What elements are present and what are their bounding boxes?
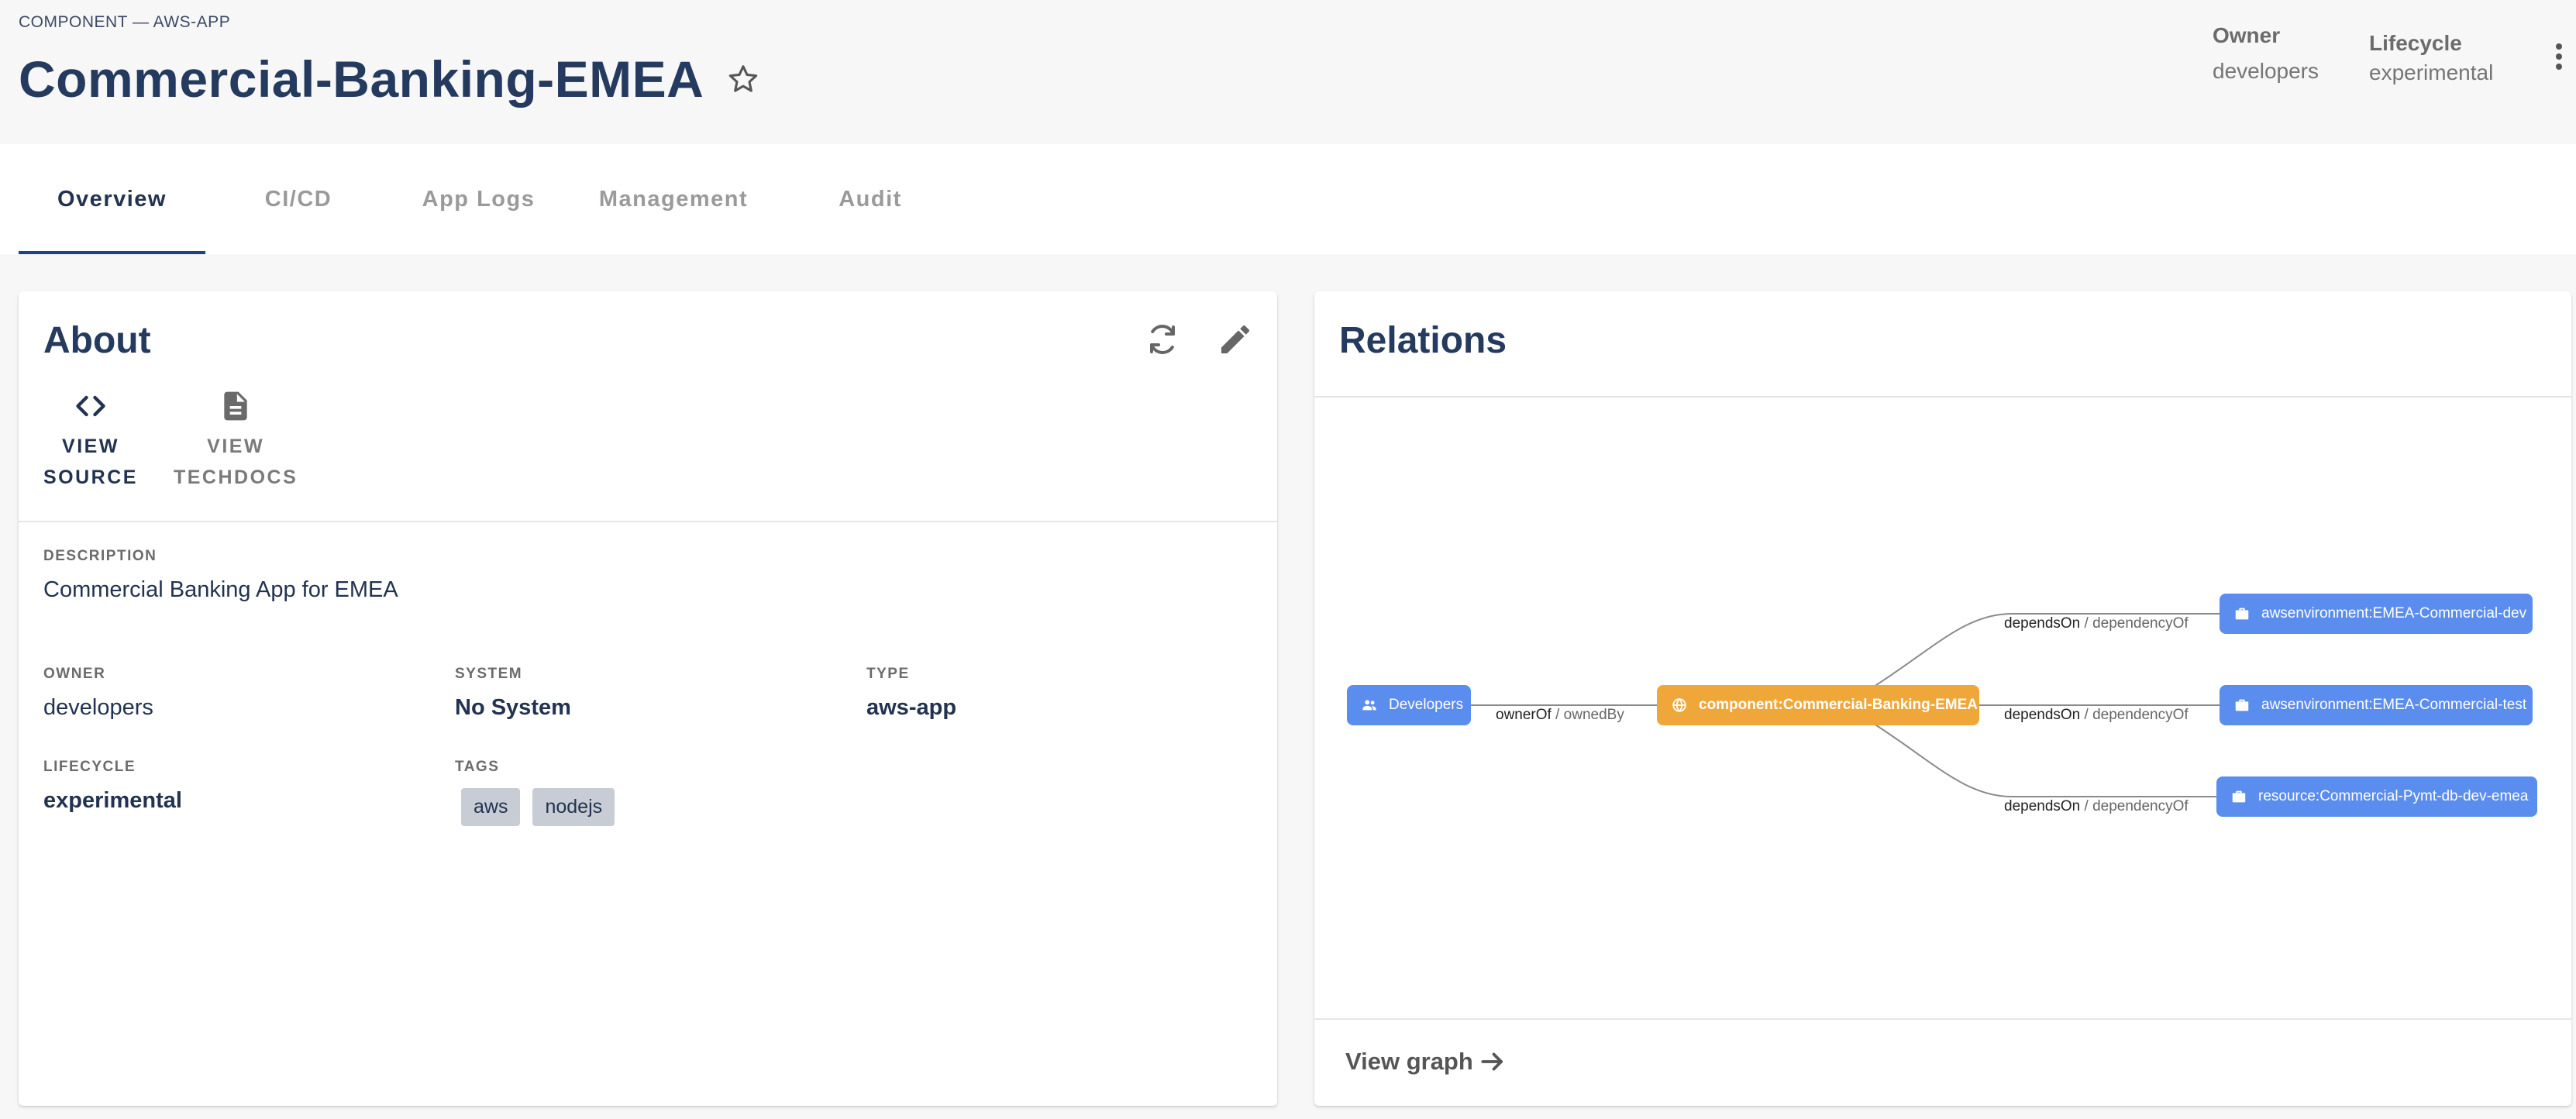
edge-label-dep-db: dependsOn / dependencyOf <box>2004 798 2189 815</box>
globe-icon <box>1672 697 1686 713</box>
document-icon <box>224 391 247 421</box>
edge-inv: dependencyOf <box>2092 798 2189 814</box>
tags-list: aws nodejs <box>455 788 615 826</box>
view-techdocs-link[interactable]: VIEW TECHDOCS <box>174 389 298 493</box>
view-source-label-2: SOURCE <box>43 467 138 488</box>
view-source-link[interactable]: VIEW SOURCE <box>43 389 138 493</box>
group-icon <box>1362 700 1376 711</box>
system-value: No System <box>455 695 571 720</box>
refresh-icon[interactable] <box>1144 321 1181 358</box>
edge-sep: / <box>2084 798 2089 814</box>
about-title: About <box>43 320 151 361</box>
tab-overview[interactable]: Overview <box>19 144 205 254</box>
owner-label: OWNER <box>43 666 106 682</box>
tab-management[interactable]: Management <box>566 144 781 254</box>
about-links: VIEW SOURCE VIEW TECHDOCS <box>43 389 298 493</box>
tab-app-logs[interactable]: App Logs <box>391 144 566 254</box>
page-title: Commercial-Banking-EMEA <box>19 50 704 108</box>
header-lifecycle-label: Lifecycle <box>2369 31 2462 55</box>
lifecycle-value: experimental <box>43 788 182 813</box>
node-env-dev[interactable]: awsenvironment:EMEA-Commercial-dev <box>2220 594 2533 634</box>
owner-field: OWNER developers <box>43 666 153 721</box>
node-env-dev-label: awsenvironment:EMEA-Commercial-dev <box>2261 605 2527 621</box>
edge-inv: dependencyOf <box>2092 707 2189 723</box>
node-resource-db-label: resource:Commercial-Pymt-db-dev-emea <box>2258 788 2529 804</box>
code-icon <box>76 395 105 417</box>
node-developers[interactable]: Developers <box>1347 685 1471 725</box>
relations-card: Relations Developers component:Commercia… <box>1314 291 2571 1106</box>
briefcase-icon <box>2232 790 2246 803</box>
node-env-test[interactable]: awsenvironment:EMEA-Commercial-test <box>2220 685 2533 725</box>
header-lifecycle-value: experimental <box>2369 60 2494 84</box>
header-owner-value[interactable]: developers <box>2213 59 2319 84</box>
type-label: TYPE <box>866 666 910 682</box>
view-source-label-1: VIEW <box>62 436 119 457</box>
more-options-icon[interactable] <box>2550 43 2568 74</box>
lifecycle-label: LIFECYCLE <box>43 759 136 775</box>
tab-audit[interactable]: Audit <box>781 144 959 254</box>
edge-label-dep-dev: dependsOn / dependencyOf <box>2004 615 2189 632</box>
view-techdocs-label-1: VIEW <box>207 436 265 457</box>
about-divider <box>19 521 1277 522</box>
title-row: Commercial-Banking-EMEA <box>19 48 761 110</box>
tags-label: TAGS <box>455 759 500 775</box>
edit-icon[interactable] <box>1217 321 1254 358</box>
tag-chip[interactable]: nodejs <box>532 788 615 826</box>
description-value: Commercial Banking App for EMEA <box>43 577 398 602</box>
header-lifecycle: Lifecycle experimental <box>2369 31 2493 85</box>
edge-sep: / <box>2084 707 2089 723</box>
node-component-label: component:Commercial-Banking-EMEA <box>1699 697 1978 713</box>
description-label: DESCRIPTION <box>43 548 157 564</box>
system-field: SYSTEM No System <box>455 666 571 721</box>
system-label: SYSTEM <box>455 666 523 682</box>
node-env-test-label: awsenvironment:EMEA-Commercial-test <box>2261 697 2527 713</box>
node-component[interactable]: component:Commercial-Banking-EMEA <box>1657 685 1979 725</box>
relations-graph: Developers component:Commercial-Banking-… <box>1314 291 2571 1106</box>
node-developers-label: Developers <box>1389 697 1464 713</box>
lifecycle-field: LIFECYCLE experimental <box>43 759 182 814</box>
view-techdocs-label-2: TECHDOCS <box>173 467 298 488</box>
tags-field: TAGS aws nodejs <box>455 759 615 826</box>
type-field: TYPE aws-app <box>866 666 956 721</box>
about-actions <box>1144 321 1254 358</box>
about-card: About VIEW SOURCE VIEW TECHDOCS DESCRIPT… <box>19 291 1277 1106</box>
page-header: COMPONENT — AWS-APP Commercial-Banking-E… <box>0 0 2576 144</box>
edge-inv: dependencyOf <box>2092 615 2189 632</box>
edge-label-dep-test: dependsOn / dependencyOf <box>2004 707 2189 724</box>
edge-sep: / <box>1555 707 1560 723</box>
briefcase-icon <box>2235 608 2249 620</box>
tag-chip[interactable]: aws <box>461 788 521 826</box>
description-field: DESCRIPTION Commercial Banking App for E… <box>43 548 398 603</box>
header-owner-label: Owner <box>2213 23 2281 47</box>
tab-ci-cd[interactable]: CI/CD <box>205 144 391 254</box>
owner-value[interactable]: developers <box>43 695 153 721</box>
tab-bar: Overview CI/CD App Logs Management Audit <box>0 144 2576 254</box>
edge-sep: / <box>2084 615 2089 632</box>
edge-rel: ownerOf <box>1496 707 1551 723</box>
edge-rel: dependsOn <box>2004 615 2081 632</box>
edge-rel: dependsOn <box>2004 707 2081 723</box>
entity-kind-label: COMPONENT — AWS-APP <box>19 13 231 31</box>
briefcase-icon <box>2235 699 2249 711</box>
edge-dep-db <box>1873 723 2216 797</box>
view-graph-link[interactable]: View graph <box>1345 1047 1507 1076</box>
edge-inv: ownedBy <box>1563 707 1624 723</box>
edge-rel: dependsOn <box>2004 798 2081 814</box>
relations-footer-divider <box>1314 1018 2571 1020</box>
view-graph-label: View graph <box>1345 1048 1473 1075</box>
edge-label-owner: ownerOf / ownedBy <box>1496 707 1624 724</box>
type-value: aws-app <box>866 695 957 720</box>
header-owner: Owner developers <box>2213 23 2319 84</box>
node-resource-db[interactable]: resource:Commercial-Pymt-db-dev-emea <box>2216 776 2537 817</box>
arrow-right-icon <box>1481 1052 1503 1071</box>
star-icon[interactable] <box>725 61 761 97</box>
